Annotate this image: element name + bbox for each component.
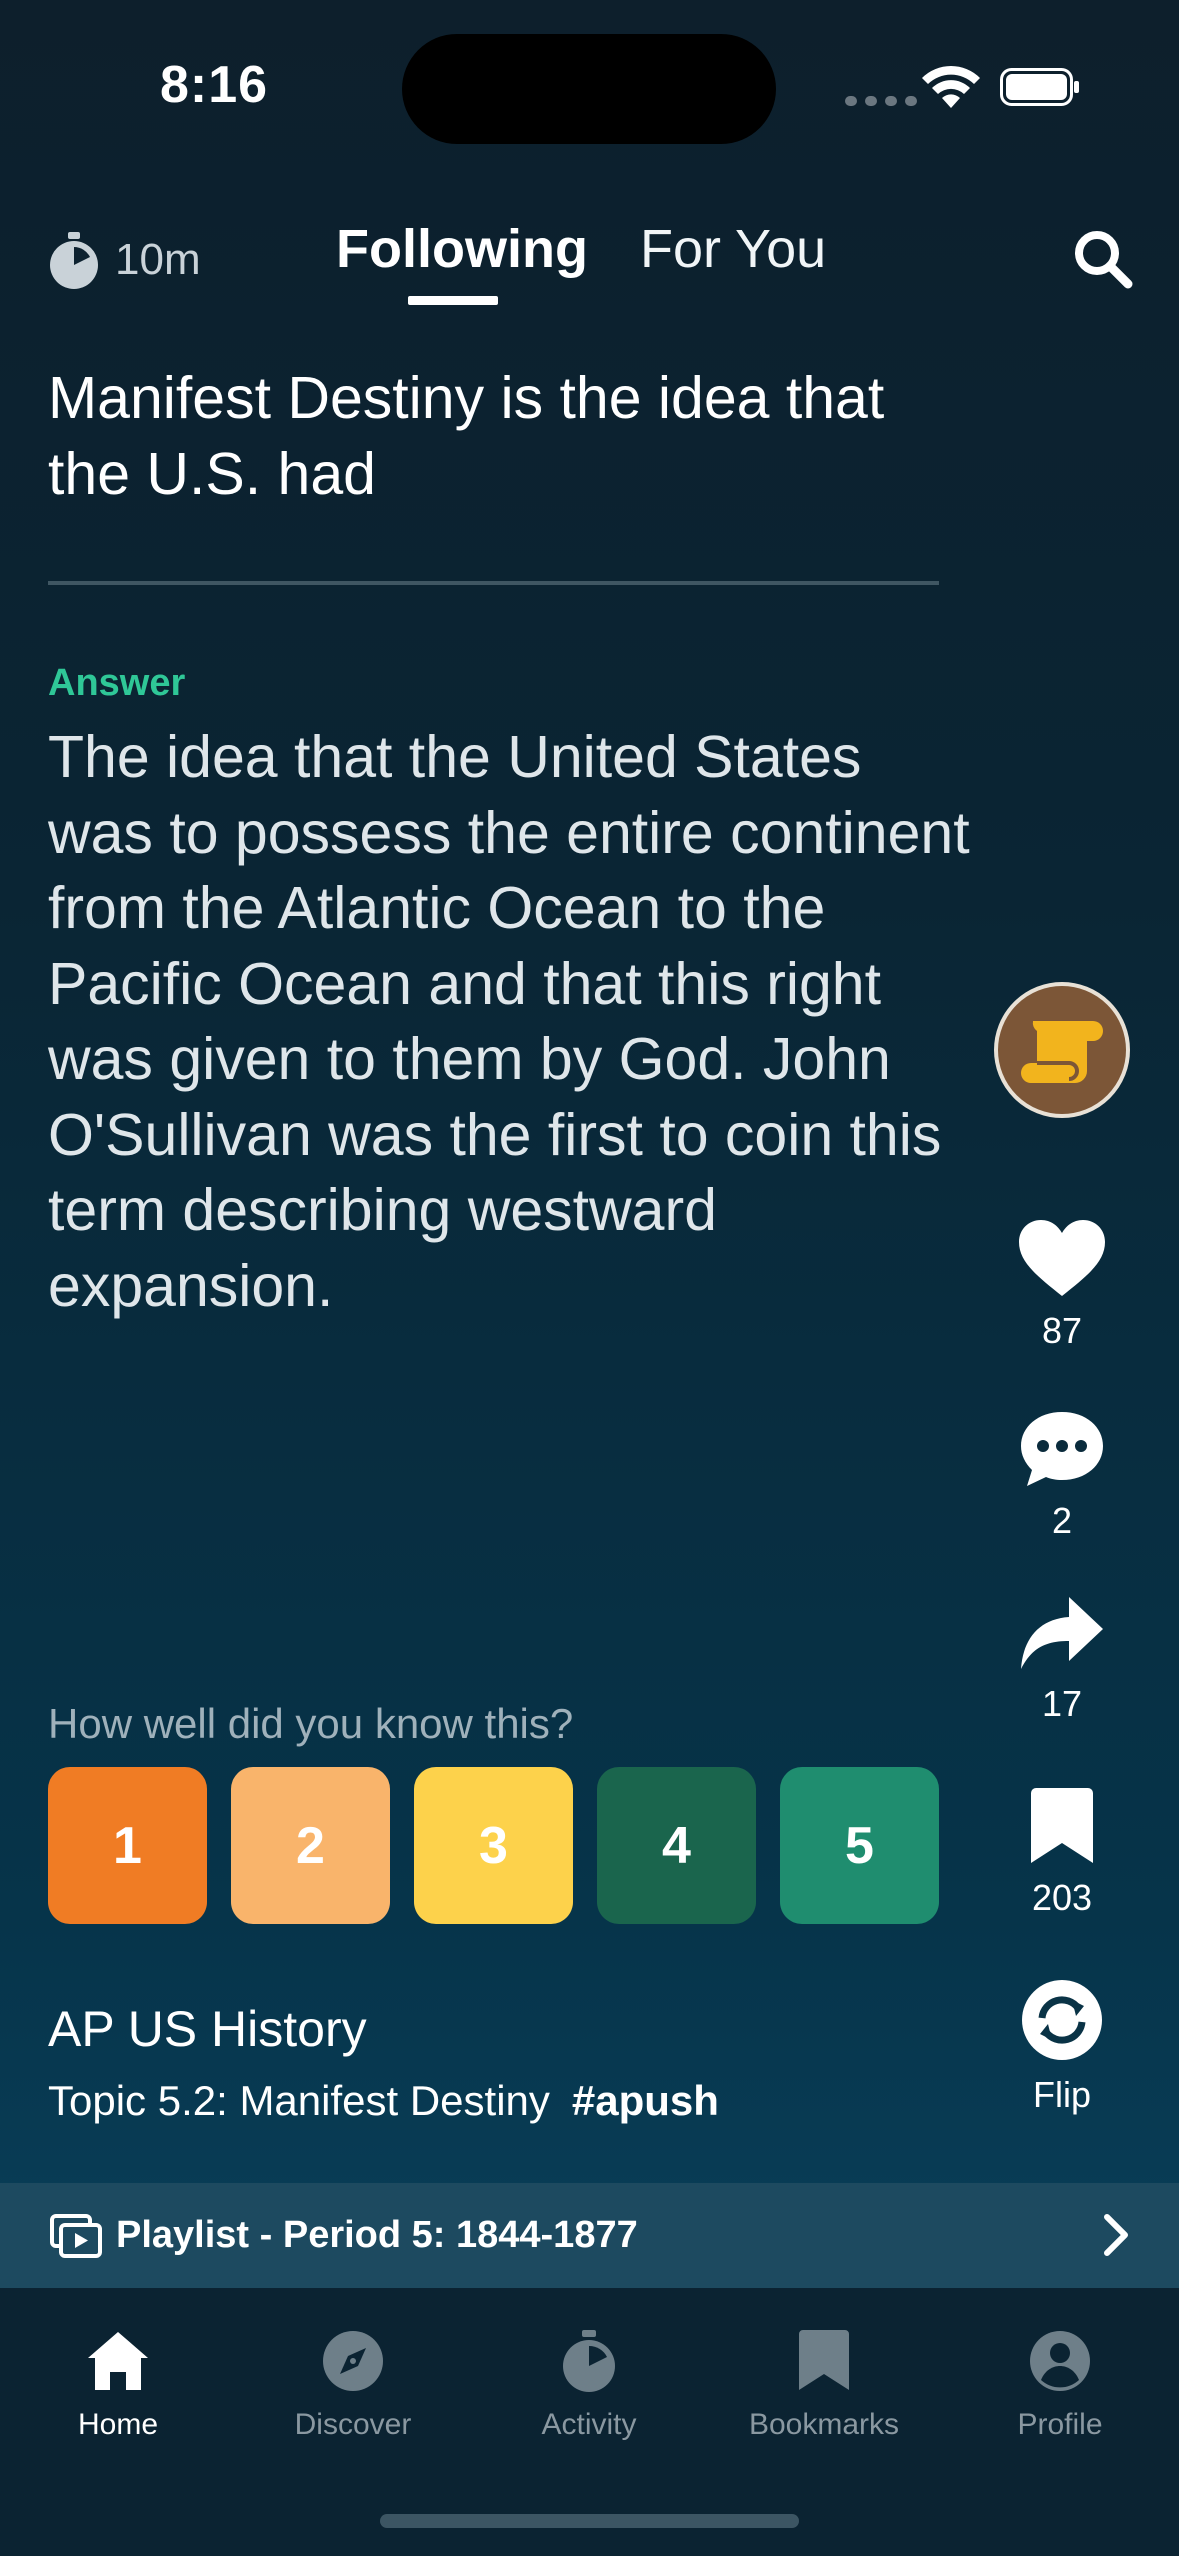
wifi-icon <box>922 65 980 108</box>
tab-home-label: Home <box>77 2408 159 2441</box>
rating-button-5[interactable]: 5 <box>780 1767 939 1924</box>
flashcard-answer: The idea that the United States was to p… <box>48 724 970 1319</box>
bookmark-icon <box>1031 1788 1093 1863</box>
battery-icon <box>1000 68 1079 106</box>
rating-button-4[interactable]: 4 <box>597 1767 756 1924</box>
timer-label: 10m <box>115 235 201 284</box>
home-icon <box>88 2332 148 2390</box>
answer-label: Answer <box>48 662 186 704</box>
flashcard-question: Manifest Destiny is the idea that the U.… <box>48 365 885 507</box>
tab-activity-label: Activity <box>541 2408 637 2441</box>
tab-discover-label: Discover <box>294 2408 412 2441</box>
comment-count: 2 <box>1051 1500 1073 1541</box>
stopwatch-icon <box>563 2330 615 2392</box>
like-count: 87 <box>1041 1310 1083 1351</box>
active-tab-indicator <box>408 296 498 305</box>
heart-icon <box>1019 1220 1105 1296</box>
share-arrow-icon <box>1021 1597 1103 1669</box>
status-time: 8:16 <box>160 56 269 114</box>
tab-home[interactable]: Home <box>18 2328 218 2442</box>
profile-icon <box>1030 2331 1090 2391</box>
cellular-signal-icon <box>845 96 917 106</box>
creator-avatar[interactable] <box>994 982 1130 1118</box>
chevron-right-icon <box>1104 2214 1128 2256</box>
home-indicator <box>380 2514 799 2528</box>
playlist-label: Playlist - Period 5: 1844-1877 <box>116 2214 638 2256</box>
rating-prompt: How well did you know this? <box>48 1700 574 1747</box>
rating-buttons: 1 2 3 4 5 <box>48 1767 939 1924</box>
tab-bookmarks[interactable]: Bookmarks <box>724 2328 924 2442</box>
dynamic-island <box>402 34 776 144</box>
scroll-icon <box>1021 1021 1103 1083</box>
tab-for-you[interactable]: For You <box>640 218 826 280</box>
hashtag-link[interactable]: #apush <box>572 2077 719 2125</box>
bookmark-count: 203 <box>1031 1877 1093 1918</box>
stopwatch-icon <box>50 232 98 289</box>
flip-label: Flip <box>1032 2074 1091 2115</box>
topic-line: Topic 5.2: Manifest Destiny #apush <box>48 2077 719 2125</box>
playlist-bar[interactable]: Playlist - Period 5: 1844-1877 <box>0 2183 1179 2288</box>
bookmark-button[interactable]: 203 <box>1010 1787 1114 1919</box>
playlist-icon <box>50 2213 102 2258</box>
like-button[interactable]: 87 <box>1010 1218 1114 1352</box>
tab-profile-label: Profile <box>1017 2408 1103 2441</box>
topic-label[interactable]: Topic 5.2: Manifest Destiny <box>48 2077 550 2125</box>
comment-button[interactable]: 2 <box>1010 1410 1114 1542</box>
share-count: 17 <box>1041 1683 1083 1724</box>
rating-button-2[interactable]: 2 <box>231 1767 390 1924</box>
session-timer[interactable]: 10m <box>47 230 201 290</box>
tab-bookmarks-label: Bookmarks <box>748 2408 900 2441</box>
tab-following[interactable]: Following <box>336 218 588 280</box>
flip-icon <box>1022 1980 1102 2060</box>
course-name[interactable]: AP US History <box>48 2000 367 2058</box>
search-icon[interactable] <box>1072 228 1134 290</box>
rating-button-1[interactable]: 1 <box>48 1767 207 1924</box>
card-divider <box>48 581 939 585</box>
rating-button-3[interactable]: 3 <box>414 1767 573 1924</box>
tab-profile[interactable]: Profile <box>960 2328 1160 2442</box>
tab-activity[interactable]: Activity <box>489 2328 689 2442</box>
bookmark-icon <box>799 2330 849 2390</box>
flip-button[interactable]: Flip <box>1010 1978 1114 2116</box>
comment-icon <box>1021 1412 1103 1486</box>
compass-icon <box>323 2331 383 2391</box>
tab-discover[interactable]: Discover <box>253 2328 453 2442</box>
share-button[interactable]: 17 <box>1010 1595 1114 1725</box>
